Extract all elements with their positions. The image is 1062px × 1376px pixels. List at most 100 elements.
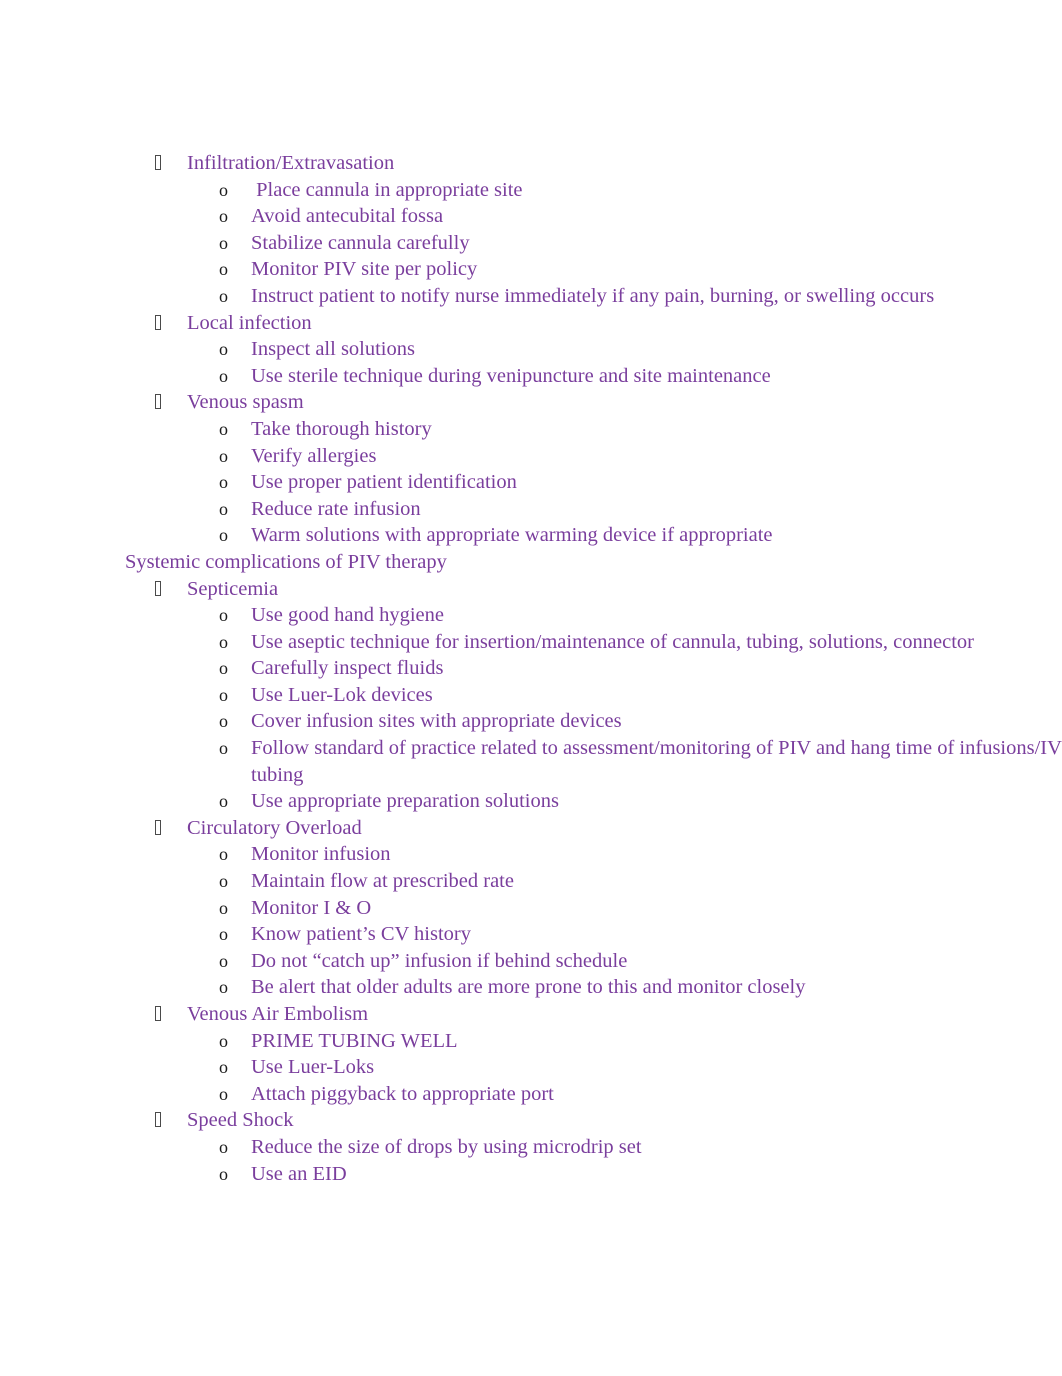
outline-item-level2: o Monitor infusion [0, 841, 1062, 868]
outline-item-level2: o Carefully inspect fluids [0, 655, 1062, 682]
outline-item-level2-label: Monitor PIV site per policy [251, 258, 478, 281]
outline-item-level2: o Monitor I & O [0, 895, 1062, 922]
bullet-o-icon: o [219, 339, 228, 360]
outline-item-level2-label: Instruct patient to notify nurse immedia… [251, 284, 935, 307]
outline-item-level2: o Use aseptic technique for insertion/mai… [0, 629, 1062, 656]
outline-item-level2-label: Use Luer-Lok devices [251, 683, 433, 706]
bullet-o-icon: o [219, 711, 228, 732]
bullet-o-icon: o [219, 924, 228, 945]
bullet-box-icon [155, 394, 161, 410]
outline-item-level2-label: Use proper patient identification [251, 471, 517, 494]
bullet-o-icon: o [219, 871, 228, 892]
outline-item-level1-label: Venous Air Embolism [187, 1003, 369, 1025]
outline-item-level2: o Place cannula in appropriate site [0, 177, 1062, 204]
bullet-o-icon: o [219, 365, 228, 386]
document-page: Infiltration/Extravasation o Place cannul… [0, 0, 1062, 1376]
section-heading: Systemic complications of PIV therapy [125, 550, 447, 573]
outline-item-level2-label: Reduce rate infusion [251, 497, 421, 520]
bullet-o-icon: o [219, 844, 228, 865]
bullet-o-icon: o [219, 684, 228, 705]
bullet-o-icon: o [219, 232, 228, 253]
outline-item-level1-label: Septicemia [187, 577, 279, 600]
outline-item-level1: Infiltration/Extravasation [0, 150, 1062, 177]
bullet-o-icon: o [219, 498, 228, 519]
bullet-o-icon: o [219, 525, 228, 546]
outline-item-level1-label: Circulatory Overload [187, 816, 362, 839]
outline-item-level2: o Stabilize cannula carefully [0, 230, 1062, 257]
bullet-o-icon: o [219, 179, 228, 200]
bullet-box-icon [155, 314, 161, 330]
outline-item-level2-label: Use sterile technique during venipunctur… [251, 364, 771, 387]
outline-item-level2: o Use sterile technique during venipunctu… [0, 363, 1062, 390]
bullet-o-icon: o [219, 897, 228, 918]
outline-item-level2-label: Use appropriate preparation solutions [251, 790, 559, 813]
outline-item-level2-label: Stabilize cannula carefully [251, 231, 470, 254]
bullet-o-icon: o [219, 950, 228, 971]
outline-item-level2-label: Use aseptic technique for insertion/main… [251, 630, 974, 653]
outline-item-level2: o PRIME TUBING WELL [0, 1028, 1062, 1055]
outline-item-level2-label: Verify allergies [251, 444, 377, 467]
outline-item-level2: o Cover infusion sites with appropriate d… [0, 708, 1062, 735]
outline-item-level2: o Use Luer-Lok devices [0, 682, 1062, 709]
outline-item-level1-label: Venous spasm [187, 391, 304, 414]
outline-item-level2: o Follow standard of practice related to … [0, 735, 1062, 788]
bullet-o-icon: o [219, 418, 228, 439]
bullet-o-icon: o [219, 658, 228, 679]
bullet-o-icon: o [219, 1136, 228, 1157]
outline-item-level2-label: Monitor I & O [251, 896, 372, 919]
outline-item-level2: o Verify allergies [0, 443, 1062, 470]
outline-item-level2: o Use proper patient identification [0, 469, 1062, 496]
outline-item-level2: o Inspect all solutions [0, 336, 1062, 363]
outline-item-level2: o Reduce the size of drops by using micro… [0, 1134, 1062, 1161]
bullet-o-icon: o [219, 738, 228, 759]
outline-item-level2-label: Take thorough history [251, 417, 432, 440]
outline-item-level2-label: Avoid antecubital fossa [251, 205, 444, 228]
outline-item-level2-label: Use Luer-Loks [251, 1056, 375, 1079]
bullet-box-icon [155, 155, 161, 170]
outline-item-level2: o Be alert that older adults are more pro… [0, 974, 1062, 1001]
outline-item-level1: Venous spasm [0, 389, 1062, 416]
bullet-o-icon: o [219, 1163, 228, 1184]
outline-item-level1: Local infection [0, 310, 1062, 337]
outline-item-level1: Speed Shock [0, 1107, 1062, 1134]
outline-item-level2-label: Use good hand hygiene [251, 604, 444, 627]
bullet-box-icon [155, 1006, 161, 1021]
bullet-box-icon [155, 580, 161, 596]
outline-item-level2: o Instruct patient to notify nurse immedi… [0, 283, 1062, 310]
bullet-o-icon: o [219, 472, 228, 493]
outline-item-level2-label: Know patient’s CV history [251, 923, 471, 946]
bullet-o-icon: o [219, 1030, 228, 1051]
bullet-o-icon: o [219, 605, 228, 626]
outline-item-level2-label: Follow standard of practice related to a… [251, 737, 1062, 786]
outline-item-level2: o Maintain flow at prescribed rate [0, 868, 1062, 895]
outline-item-level2: o Use good hand hygiene [0, 602, 1062, 629]
bullet-o-icon: o [219, 1057, 228, 1078]
outline-item-level2-label: Inspect all solutions [251, 338, 415, 361]
outline-item-level2: o Warm solutions with appropriate warming… [0, 522, 1062, 549]
bullet-box-icon [155, 819, 161, 835]
outline-item-level2: o Do not “catch up” infusion if behind sc… [0, 948, 1062, 975]
outline-item-level2-label: Carefully inspect fluids [251, 657, 444, 680]
bullet-o-icon: o [219, 445, 228, 466]
outline-item-level2-label: Be alert that older adults are more pron… [251, 976, 806, 999]
outline-item-level2-label: Cover infusion sites with appropriate de… [251, 710, 622, 733]
outline-item-level2-label: Attach piggyback to appropriate port [251, 1082, 554, 1105]
outline-item-level2-label: Do not “catch up” infusion if behind sch… [251, 949, 628, 972]
bullet-o-icon: o [219, 631, 228, 652]
outline-item-level2-label: Maintain flow at prescribed rate [251, 870, 514, 893]
document-body: Infiltration/Extravasation o Place cannul… [0, 150, 1062, 1187]
outline-item-level2-label: Monitor infusion [251, 843, 391, 866]
outline-item-level2-label: Use an EID [251, 1162, 347, 1185]
outline-item-level2: o Use Luer-Loks [0, 1054, 1062, 1081]
bullet-box-icon [155, 1112, 161, 1128]
outline-item-level1: Circulatory Overload [0, 815, 1062, 842]
outline-item-level2-label: Warm solutions with appropriate warming … [251, 524, 773, 547]
outline-item-level2: o Attach piggyback to appropriate port [0, 1081, 1062, 1108]
bullet-o-icon: o [219, 791, 228, 812]
outline-item-level2: o Know patient’s CV history [0, 921, 1062, 948]
bullet-o-icon: o [219, 206, 228, 227]
outline-item-level2-label: PRIME TUBING WELL [251, 1029, 458, 1052]
outline-item-level1: Septicemia [0, 576, 1062, 603]
outline-item-level2: o Take thorough history [0, 416, 1062, 443]
outline-item-level2: o Avoid antecubital fossa [0, 203, 1062, 230]
